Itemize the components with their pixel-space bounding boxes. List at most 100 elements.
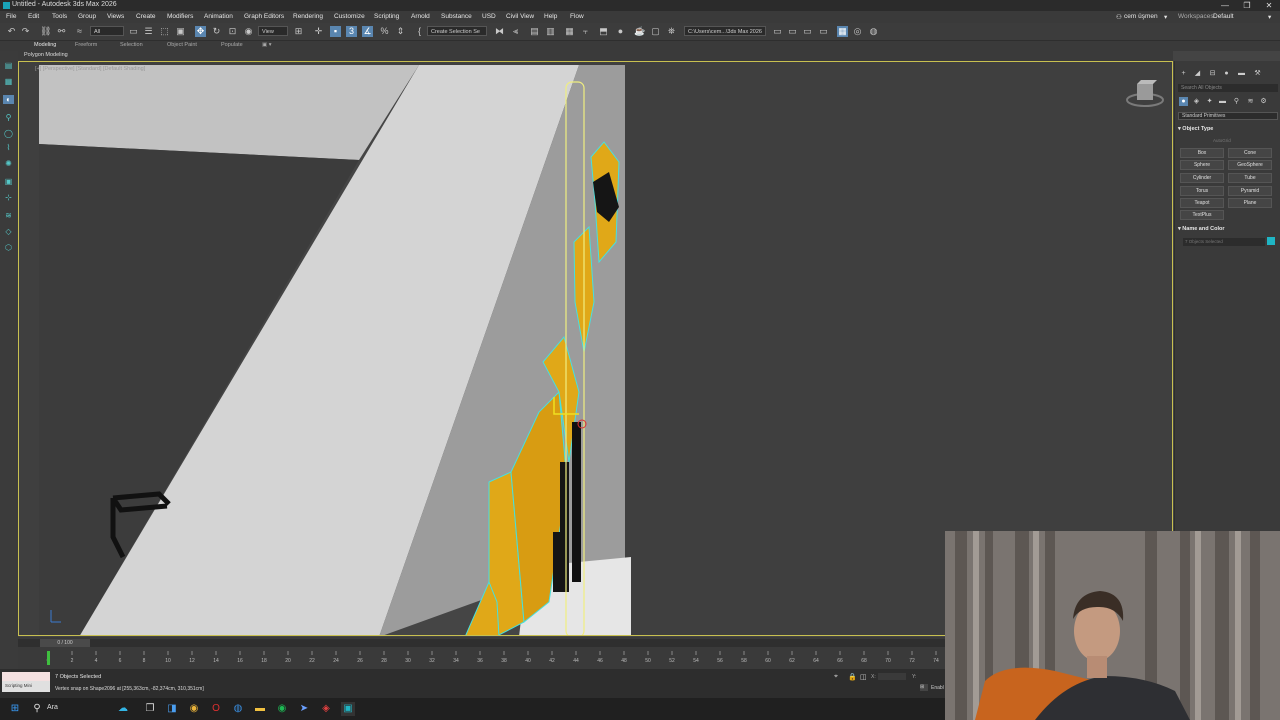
- cone-button[interactable]: Cone: [1228, 148, 1272, 158]
- angle-snap-icon[interactable]: ∡: [362, 26, 373, 37]
- helpers-icon[interactable]: ⚲: [1232, 97, 1241, 106]
- spinner-snap-icon[interactable]: ⇕: [395, 26, 406, 37]
- menu-customize[interactable]: Customize: [334, 13, 365, 20]
- menu-views[interactable]: Views: [107, 13, 124, 20]
- select-scale-icon[interactable]: ⊡: [227, 26, 238, 37]
- camera-app-icon[interactable]: ◨: [165, 702, 179, 716]
- cylinder-button[interactable]: Cylinder: [1180, 173, 1224, 183]
- display-none-icon[interactable]: ◐: [3, 95, 14, 104]
- menu-create[interactable]: Create: [136, 13, 156, 20]
- ribbon-tab-freeform[interactable]: Freeform: [75, 42, 97, 48]
- project-path-field[interactable]: C:\Users\cem...\3ds Max 2026: [684, 26, 766, 36]
- task-view-icon[interactable]: ❐: [143, 702, 157, 716]
- named-selection-set-input[interactable]: Create Selection Se: [427, 26, 487, 36]
- object-color-swatch[interactable]: [1267, 237, 1275, 245]
- bind-space-warp-icon[interactable]: ≈: [74, 26, 85, 37]
- menu-tools[interactable]: Tools: [52, 13, 67, 20]
- mirror-icon[interactable]: ⧓: [494, 26, 505, 37]
- display-tab-icon[interactable]: ▬: [1237, 69, 1246, 78]
- time-slider-thumb[interactable]: 0 / 100: [40, 639, 90, 647]
- teapot-button[interactable]: Teapot: [1180, 198, 1224, 208]
- x-coordinate-field[interactable]: [878, 673, 906, 680]
- pivot-center-icon[interactable]: ⊞: [293, 26, 304, 37]
- reference-coordinate-select[interactable]: View: [258, 26, 288, 36]
- spotify-icon[interactable]: ◉: [275, 702, 289, 716]
- ribbon-tab-modeling[interactable]: Modeling: [34, 42, 56, 48]
- object-type-rollout[interactable]: ▾ Object Type: [1178, 126, 1278, 132]
- rect-selection-icon[interactable]: ⬚: [159, 26, 170, 37]
- geosphere-button[interactable]: GeoSphere: [1228, 160, 1272, 170]
- viewport-layout-icon[interactable]: ▦: [837, 26, 848, 37]
- snaps-toggle-icon[interactable]: 3: [346, 26, 357, 37]
- cameras-filter-icon[interactable]: ▣: [3, 177, 14, 186]
- save-project-icon[interactable]: ▭: [787, 26, 798, 37]
- layer-explorer-icon[interactable]: ▥: [545, 26, 556, 37]
- render-production-icon[interactable]: ⛯: [666, 26, 677, 37]
- ribbon-options-icon[interactable]: ▣ ▾: [262, 42, 272, 48]
- enable-label[interactable]: Enabl: [931, 685, 944, 691]
- telegram-icon[interactable]: ➤: [297, 702, 311, 716]
- align-icon[interactable]: ⫷: [510, 26, 521, 37]
- schematic-view-icon[interactable]: ⬒: [598, 26, 609, 37]
- menu-help[interactable]: Help: [544, 13, 557, 20]
- windows-start-icon[interactable]: ⊞: [8, 702, 22, 716]
- lights-icon[interactable]: ✦: [1205, 97, 1214, 106]
- tube-button[interactable]: Tube: [1228, 173, 1272, 183]
- adaptive-degradation-icon[interactable]: ⊞: [920, 684, 928, 691]
- scene-explorer-toggle-icon[interactable]: ▤: [3, 61, 14, 70]
- select-rotate-icon[interactable]: ↻: [211, 26, 222, 37]
- window-crossing-icon[interactable]: ▣: [175, 26, 186, 37]
- spacewarps-filter-icon[interactable]: ≋: [3, 211, 14, 220]
- render-setup-icon[interactable]: ☕: [634, 26, 645, 37]
- pyramid-button[interactable]: Pyramid: [1228, 186, 1272, 196]
- absolute-mode-icon[interactable]: ◫: [860, 673, 867, 681]
- menu-modifiers[interactable]: Modifiers: [167, 13, 193, 20]
- systems-icon[interactable]: ⚙: [1259, 97, 1268, 106]
- menu-arnold[interactable]: Arnold: [411, 13, 430, 20]
- select-object-icon[interactable]: ▭: [128, 26, 139, 37]
- close-button[interactable]: ✕: [1258, 0, 1280, 11]
- menu-edit[interactable]: Edit: [28, 13, 39, 20]
- project-folder-icon[interactable]: ▭: [802, 26, 813, 37]
- asset-tracking-icon[interactable]: ▭: [818, 26, 829, 37]
- redo-icon[interactable]: ↷: [20, 26, 31, 37]
- 3dsmax-taskbar-icon[interactable]: ▣: [341, 702, 355, 716]
- workspace-chevron-icon[interactable]: ▾: [1268, 13, 1271, 21]
- box-button[interactable]: Box: [1180, 148, 1224, 158]
- menu-animation[interactable]: Animation: [204, 13, 233, 20]
- sync-icon[interactable]: ◎: [852, 26, 863, 37]
- motion-tab-icon[interactable]: ●: [1222, 69, 1231, 78]
- sort-icon[interactable]: ⚲: [3, 113, 14, 122]
- cameras-icon[interactable]: ▬: [1218, 97, 1227, 106]
- chrome-icon[interactable]: ◉: [187, 702, 201, 716]
- current-frame-marker[interactable]: [47, 651, 50, 665]
- lights-filter-icon[interactable]: ✺: [3, 159, 14, 168]
- menu-graph-editors[interactable]: Graph Editors: [244, 13, 284, 20]
- taskbar-search-icon[interactable]: ⚲: [30, 702, 44, 716]
- modify-tab-icon[interactable]: ◢: [1193, 69, 1202, 78]
- shapes-filter-icon[interactable]: ⌇: [3, 143, 14, 152]
- viewcube-icon[interactable]: [1142, 89, 1166, 107]
- xrefs-filter-icon[interactable]: ⬡: [3, 243, 14, 252]
- groups-filter-icon[interactable]: ◇: [3, 227, 14, 236]
- widgets-icon[interactable]: ☁: [116, 702, 130, 716]
- user-name[interactable]: cem üşmen: [1124, 13, 1158, 20]
- frame-ruler[interactable]: 0246810121416182022242628303234363840424…: [18, 651, 945, 665]
- link-icon[interactable]: ⛓: [40, 26, 51, 37]
- workspace-select[interactable]: Default: [1213, 13, 1234, 20]
- opera-icon[interactable]: O: [209, 702, 223, 716]
- menu-scripting[interactable]: Scripting: [374, 13, 399, 20]
- torus-button[interactable]: Torus: [1180, 186, 1224, 196]
- menu-rendering[interactable]: Rendering: [293, 13, 323, 20]
- menu-usd[interactable]: USD: [482, 13, 496, 20]
- edge-icon[interactable]: ◍: [231, 702, 245, 716]
- ribbon-tab-populate[interactable]: Populate: [221, 42, 243, 48]
- menu-civil-view[interactable]: Civil View: [506, 13, 534, 20]
- percent-snap-icon[interactable]: %: [379, 26, 390, 37]
- scene-explorer-icon[interactable]: ▤: [529, 26, 540, 37]
- sphere-button[interactable]: Sphere: [1180, 160, 1224, 170]
- plane-button[interactable]: Plane: [1228, 198, 1272, 208]
- geometry-icon[interactable]: ●: [1179, 97, 1188, 106]
- user-chevron-icon[interactable]: ▾: [1164, 13, 1167, 21]
- user-icon[interactable]: ⚇: [1116, 13, 1122, 21]
